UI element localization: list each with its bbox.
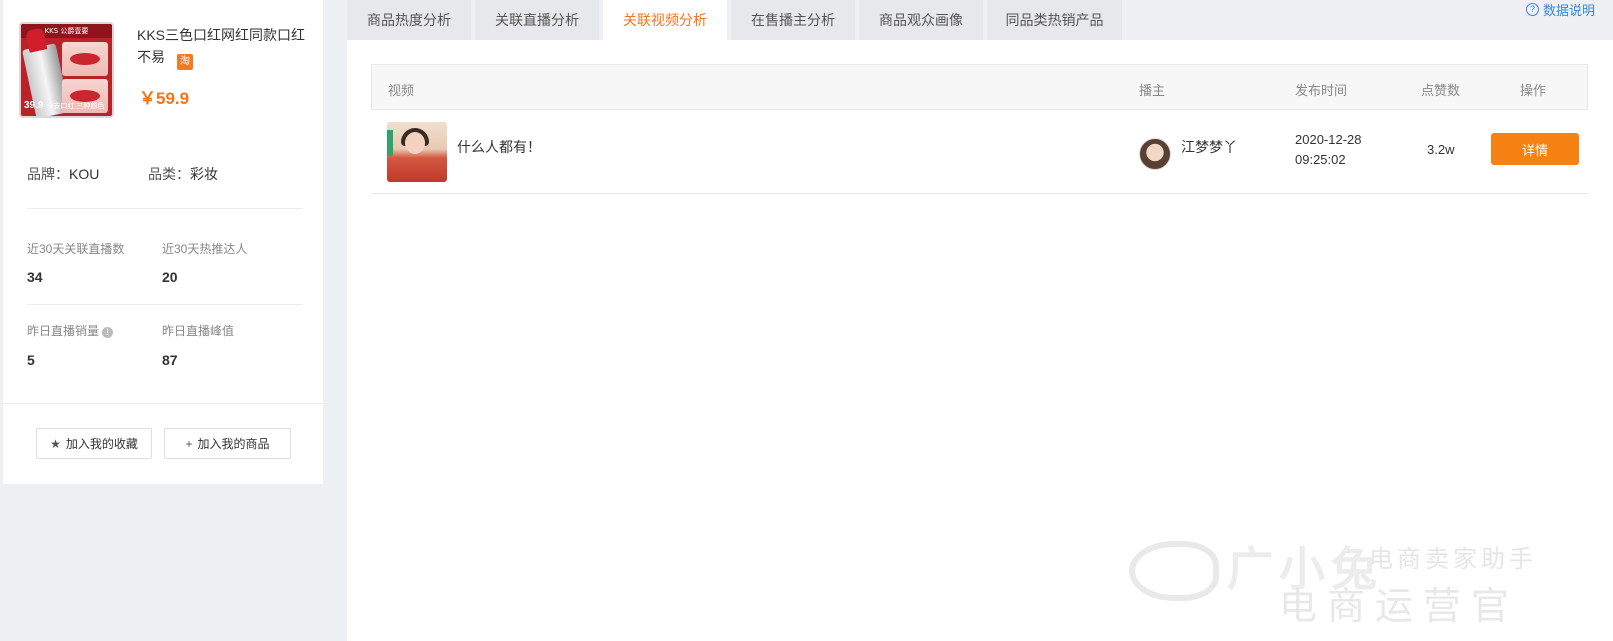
divider [3,403,323,404]
help-link[interactable]: ? 数据说明 [1525,0,1595,19]
tab-audience-profile[interactable]: 商品观众画像 [859,0,983,40]
tab-live-analysis[interactable]: 关联直播分析 [475,0,599,40]
star-icon: ★ [50,436,61,451]
video-thumbnail[interactable] [387,122,447,182]
category-row: 品类：彩妆 [148,164,218,184]
taobao-icon: 淘 [177,54,193,70]
product-image-price: 39.9 一支口红 三种颜色 [24,100,105,111]
stat-label-yesterday-peak: 昨日直播峰值 [162,324,235,338]
header-likes: 点赞数 [1421,83,1461,98]
table-row: 什么人都有！ 江梦梦丫 2020-12-28 09:25:02 3.2w 详情 [371,110,1588,194]
stat-label-live-count: 近30天关联直播数 [27,242,125,256]
header-publish-time: 发布时间 [1295,83,1348,98]
info-icon[interactable]: ! [102,327,114,338]
stat-label-yesterday-sales: 昨日直播销量! [27,322,114,339]
tab-anchor-analysis[interactable]: 在售播主分析 [731,0,855,40]
add-to-favorites-button[interactable]: ★ 加入我的收藏 [36,428,152,459]
stat-value-hot-influencers: 20 [162,269,178,285]
like-count: 3.2w [1427,142,1455,157]
tab-heat-analysis[interactable]: 商品热度分析 [347,0,471,40]
brand-value: KOU [69,166,100,182]
brand-row: 品牌：KOU [27,164,99,184]
question-icon: ? [1525,3,1539,16]
tab-category-bestsellers[interactable]: 同品类热销产品 [987,0,1122,40]
header-action: 操作 [1520,83,1547,98]
stat-value-yesterday-peak: 87 [162,352,178,368]
product-image[interactable]: KKS 公爵壹要 39.9 一支口红 三种颜色 [19,22,114,118]
product-price: ￥59.9 [139,89,190,108]
anchor-name[interactable]: 江梦梦丫 [1181,137,1237,157]
details-button[interactable]: 详情 [1491,133,1579,165]
header-anchor: 播主 [1139,83,1166,98]
category-value: 彩妆 [190,166,218,182]
stat-value-live-count: 34 [27,269,43,285]
brand-label: 品牌： [27,166,69,182]
product-title[interactable]: KKS三色口红网红同款口红不易淘 [137,24,315,70]
tab-video-analysis[interactable]: 关联视频分析 [603,0,727,40]
video-title[interactable]: 什么人都有！ [457,137,541,157]
publish-time: 2020-12-28 09:25:02 [1295,132,1362,167]
avatar[interactable] [1139,138,1171,170]
plus-icon: + [185,436,193,451]
header-video: 视频 [388,83,415,98]
category-label: 品类： [148,166,190,182]
product-card: KKS 公爵壹要 39.9 一支口红 三种颜色 KKS三色口红网红同款口红不易淘 … [3,0,323,484]
divider [27,304,303,305]
stat-value-yesterday-sales: 5 [27,352,35,368]
add-to-my-products-button[interactable]: + 加入我的商品 [164,428,291,459]
table-header: 视频 播主 发布时间 点赞数 操作 [371,64,1588,110]
divider [27,208,303,209]
stat-label-hot-influencers: 近30天热推达人 [162,242,248,256]
video-analysis-panel: 视频 播主 发布时间 点赞数 操作 什么人都有！ 江梦梦丫 2020-12-28… [347,40,1613,641]
